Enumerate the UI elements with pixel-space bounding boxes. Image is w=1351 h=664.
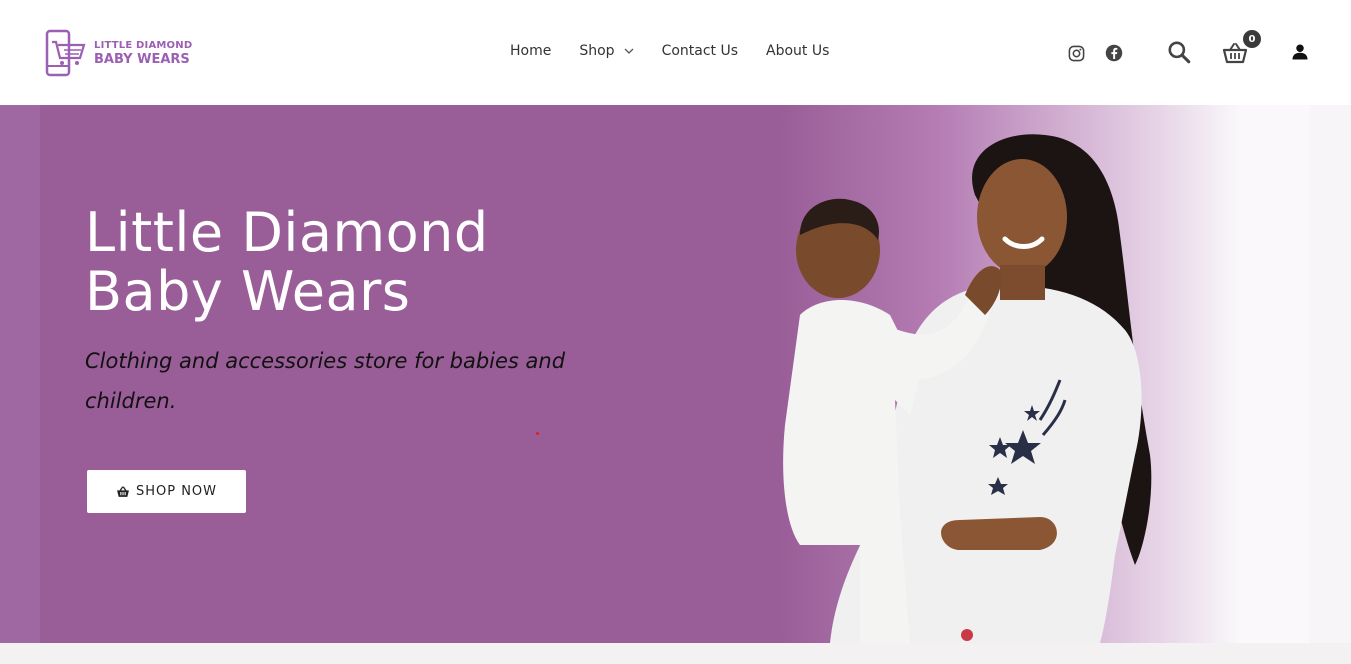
hero-banner: Little Diamond Baby Wears Clothing and a… [0, 105, 1351, 643]
main-nav: Home Shop Contact Us About Us [510, 43, 857, 59]
user-icon[interactable] [1290, 42, 1310, 62]
shop-now-button[interactable]: SHOP NOW [87, 470, 246, 513]
hero-title-line-2: Baby Wears [85, 260, 411, 323]
search-icon[interactable] [1165, 38, 1193, 66]
nav-about-label: About Us [766, 43, 830, 59]
hero-edge-left [0, 105, 40, 643]
nav-contact-label: Contact Us [661, 43, 739, 59]
facebook-icon[interactable] [1104, 43, 1124, 63]
hero-photo-mother-and-child [783, 134, 1152, 643]
instagram-icon[interactable] [1066, 43, 1086, 63]
hero-title: Little Diamond Baby Wears [85, 203, 489, 321]
basket-icon [117, 486, 129, 497]
decorative-dot [536, 432, 539, 435]
chevron-down-icon [624, 48, 634, 54]
nav-contact[interactable]: Contact Us [662, 43, 738, 59]
logo-line-1: LITTLE DIAMOND [94, 39, 193, 51]
site-header: LITTLE DIAMOND BABY WEARS Home Shop Cont… [0, 0, 1351, 105]
logo-line-2: BABY WEARS [94, 51, 190, 67]
nav-home-label: Home [510, 43, 552, 59]
nav-about[interactable]: About Us [766, 43, 829, 59]
site-logo[interactable]: LITTLE DIAMOND BABY WEARS [44, 28, 192, 78]
shop-now-label: SHOP NOW [135, 484, 218, 499]
nav-shop[interactable]: Shop [579, 43, 634, 59]
hero-edge-right [1310, 105, 1351, 643]
cart-count-badge: 0 [1243, 30, 1261, 48]
page-bottom-strip [0, 643, 1351, 664]
hero-subtitle: Clothing and accessories store for babie… [85, 349, 566, 413]
nav-shop-label: Shop [579, 43, 615, 59]
hero-title-line-1: Little Diamond [85, 201, 489, 264]
nav-home[interactable]: Home [510, 43, 551, 59]
shopping-cart-phone-icon [45, 29, 86, 77]
